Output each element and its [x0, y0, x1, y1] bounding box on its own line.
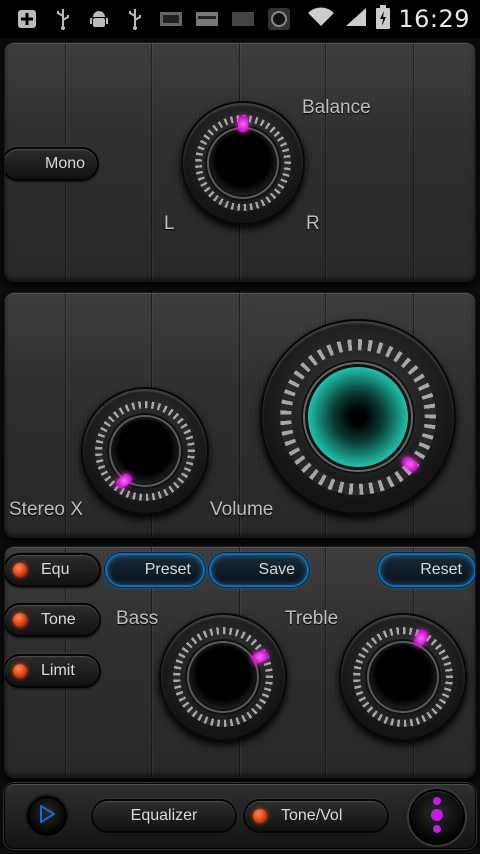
- limit-button[interactable]: Limit: [5, 654, 101, 688]
- status-bar: 16:29: [0, 0, 480, 38]
- equ-button-label: Equ: [41, 561, 70, 578]
- tab-equalizer[interactable]: Equalizer: [91, 799, 237, 833]
- stereo-x-label: Stereo X: [9, 499, 83, 520]
- treble-knob[interactable]: [339, 613, 467, 741]
- tone-led: [13, 613, 27, 627]
- clock: 16:29: [398, 5, 470, 33]
- bottom-nav-bar: Equalizer Tone/Vol: [4, 783, 476, 849]
- equ-button[interactable]: Equ: [5, 553, 101, 587]
- tone-vol-led: [253, 809, 267, 823]
- tone-button[interactable]: Tone: [5, 603, 101, 637]
- volume-label: Volume: [210, 499, 274, 520]
- usb-icon: [52, 8, 74, 30]
- limit-led: [13, 664, 27, 678]
- save-button-label: Save: [258, 561, 295, 578]
- bass-label: Bass: [116, 608, 159, 629]
- app-notification-icon: [196, 8, 218, 30]
- tab-tone-vol[interactable]: Tone/Vol: [243, 799, 389, 833]
- preset-button[interactable]: Preset: [105, 553, 205, 587]
- menu-button[interactable]: [409, 789, 465, 845]
- preset-button-label: Preset: [144, 561, 191, 578]
- app-notification-icon: [160, 8, 182, 30]
- play-button[interactable]: [27, 796, 67, 836]
- volume-knob-core: [308, 367, 408, 467]
- balance-label: Balance: [302, 97, 371, 118]
- app-notification-icon: [268, 8, 290, 30]
- overflow-menu-icon: [429, 795, 445, 840]
- tab-equalizer-label: Equalizer: [130, 807, 198, 824]
- equ-led: [13, 563, 27, 577]
- wifi-icon: [306, 6, 336, 33]
- balance-left-label: L: [164, 213, 175, 234]
- stereo-x-knob[interactable]: [81, 387, 209, 515]
- treble-label: Treble: [285, 608, 339, 629]
- android-debug-icon: [88, 8, 110, 30]
- volume-knob[interactable]: [260, 319, 456, 515]
- balance-right-label: R: [306, 213, 320, 234]
- tab-tone-vol-label: Tone/Vol: [281, 807, 343, 824]
- play-icon: [39, 803, 56, 828]
- reset-button-label: Reset: [420, 561, 462, 578]
- reset-button[interactable]: Reset: [378, 553, 475, 587]
- limit-button-label: Limit: [41, 662, 75, 679]
- stereo-x-knob-core: [113, 419, 177, 483]
- mono-button-label: Mono: [44, 155, 86, 172]
- treble-knob-core: [371, 645, 435, 709]
- balance-knob[interactable]: [181, 101, 305, 225]
- balance-knob-core: [211, 131, 275, 195]
- add-icon: [16, 8, 38, 30]
- bass-knob-core: [191, 645, 255, 709]
- mono-button[interactable]: Mono: [5, 147, 99, 181]
- usb-icon: [124, 8, 146, 30]
- balance-indicator: [238, 116, 248, 132]
- tone-panel: Equ Preset Save Reset Tone Limit Bass Tr…: [4, 546, 476, 778]
- save-button[interactable]: Save: [209, 553, 309, 587]
- signal-icon: [344, 6, 368, 33]
- battery-charging-icon: [376, 4, 391, 34]
- bass-knob[interactable]: [159, 613, 287, 741]
- volume-panel: Stereo X Volume: [4, 292, 476, 538]
- balance-panel: Balance L R Mono: [4, 42, 476, 282]
- app-notification-icon: [232, 8, 254, 30]
- tone-button-label: Tone: [41, 611, 76, 628]
